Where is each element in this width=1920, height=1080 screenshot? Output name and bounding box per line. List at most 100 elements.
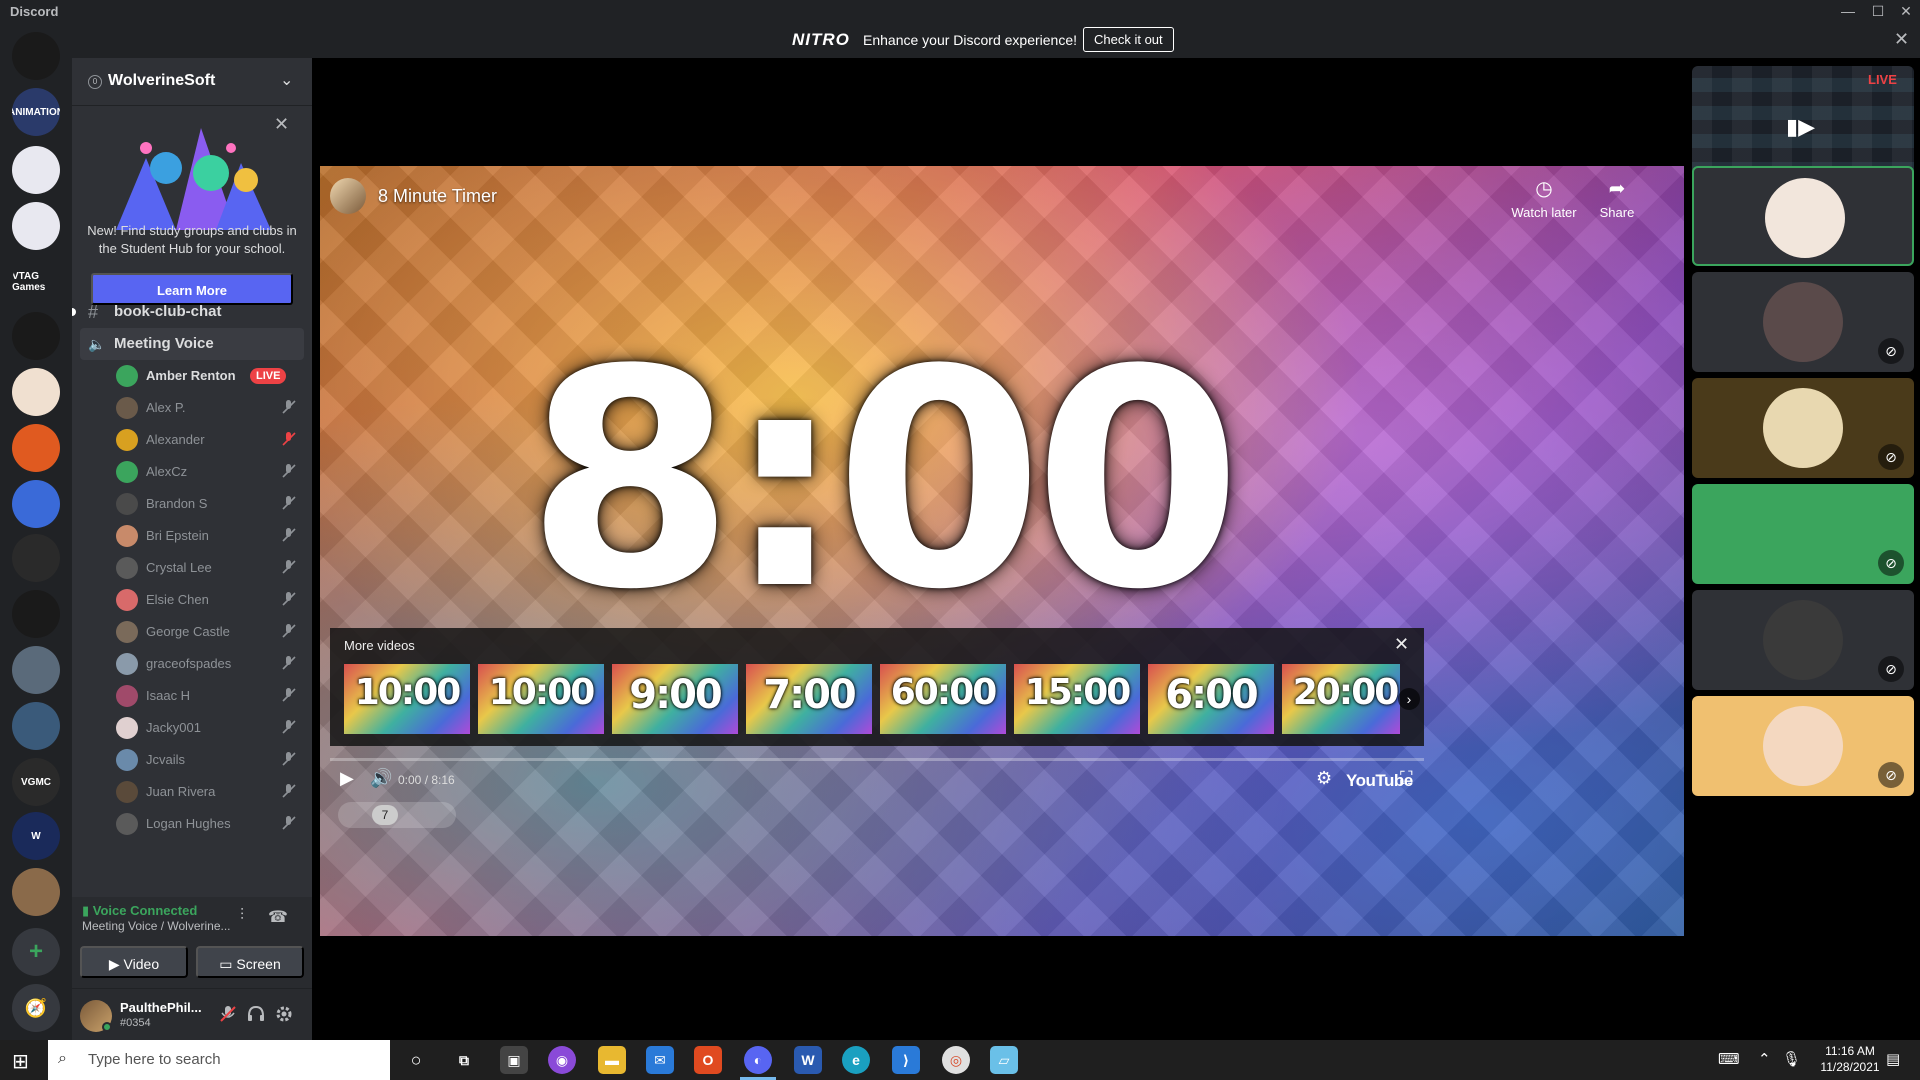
participant-tile[interactable]: ⊘ — [1692, 378, 1914, 478]
server-icon[interactable] — [12, 590, 60, 638]
edge-icon[interactable]: e — [842, 1046, 870, 1074]
participant-tile[interactable]: ⊘ — [1692, 484, 1914, 584]
close-window-button[interactable]: ✕ — [1892, 0, 1920, 22]
channel-book-club-chat[interactable]: # book-club-chat — [72, 296, 304, 328]
play-icon[interactable]: ▶ — [340, 768, 354, 789]
voice-user[interactable]: Jacky001 — [112, 712, 304, 744]
fullscreen-icon[interactable]: ⛶ — [1400, 768, 1413, 789]
server-icon[interactable] — [12, 480, 60, 528]
keyboard-icon[interactable]: ⌨ — [1718, 1050, 1740, 1068]
channel-avatar[interactable] — [330, 178, 366, 214]
taskbar-search[interactable]: ⌕ Type here to search — [48, 1040, 390, 1080]
video-thumbnail[interactable]: 60:00 — [880, 664, 1006, 734]
mail-icon[interactable]: ✉ — [646, 1046, 674, 1074]
microphone-muted-icon: ⊘ — [1878, 762, 1904, 788]
server-icon[interactable]: ANIMATION — [12, 88, 60, 136]
voice-user[interactable]: Alex P. — [112, 392, 304, 424]
video-thumbnail[interactable]: 15:00 — [1014, 664, 1140, 734]
voice-user[interactable]: graceofspades — [112, 648, 304, 680]
file-explorer-icon[interactable]: ▬ — [598, 1046, 626, 1074]
server-icon[interactable] — [12, 424, 60, 472]
microphone-icon[interactable]: 🎙 — [1782, 1050, 1801, 1068]
close-icon[interactable]: ✕ — [274, 114, 289, 135]
discord-icon[interactable]: ◐ — [744, 1046, 772, 1074]
headphones-icon[interactable] — [246, 1004, 266, 1024]
screen-share-button[interactable]: ▭ Screen — [196, 946, 304, 978]
guild-header[interactable]: 0 WolverineSoft ⌄ — [72, 58, 312, 106]
office-icon[interactable]: O — [694, 1046, 722, 1074]
chrome-icon[interactable]: ◎ — [942, 1046, 970, 1074]
server-icon[interactable]: W — [12, 812, 60, 860]
page-indicator[interactable]: 7 — [338, 802, 456, 828]
video-thumbnail[interactable]: 10:00 — [344, 664, 470, 734]
nitro-close-icon[interactable]: ✕ — [1894, 29, 1909, 50]
disconnect-icon[interactable]: ☎ — [268, 907, 288, 927]
participant-tile[interactable]: ⊘ — [1692, 590, 1914, 690]
voice-user[interactable]: Bri Epstein — [112, 520, 304, 552]
voice-user[interactable]: Alexander — [112, 424, 304, 456]
avatar — [116, 653, 138, 675]
microphone-muted-icon[interactable] — [218, 1004, 238, 1024]
voice-user[interactable]: AlexCz — [112, 456, 304, 488]
video-thumbnail[interactable]: 6:00 — [1148, 664, 1274, 734]
task-view-icon[interactable]: ⧉ — [450, 1046, 478, 1074]
vscode-icon[interactable]: ⟩ — [892, 1046, 920, 1074]
server-icon[interactable] — [12, 32, 60, 80]
clock[interactable]: 11:16 AM 11/28/2021 — [1814, 1043, 1886, 1075]
gear-icon[interactable] — [274, 1004, 294, 1024]
video-thumbnail[interactable]: 7:00 — [746, 664, 872, 734]
maximize-button[interactable]: ☐ — [1864, 0, 1892, 22]
voice-user[interactable]: George Castle — [112, 616, 304, 648]
share-button[interactable]: ➦ Share — [1577, 176, 1657, 220]
server-icon[interactable] — [12, 534, 60, 582]
chevron-up-icon[interactable]: ⌃ — [1758, 1050, 1771, 1068]
channel-meeting-voice[interactable]: 🔈 Meeting Voice — [80, 328, 304, 360]
voice-user[interactable]: Logan Hughes — [112, 808, 304, 840]
server-icon[interactable] — [12, 368, 60, 416]
minimize-button[interactable]: — — [1834, 0, 1862, 22]
noise-suppression-icon[interactable]: ⫶ — [240, 907, 260, 927]
watch-later-button[interactable]: ◷ Watch later — [1504, 176, 1584, 220]
cortana-icon[interactable]: ○ — [402, 1046, 430, 1074]
app-icon[interactable]: ▱ — [990, 1046, 1018, 1074]
video-thumbnail[interactable]: 10:00 — [478, 664, 604, 734]
video-thumbnail[interactable]: 9:00 — [612, 664, 738, 734]
settings-icon[interactable]: ⚙ — [1316, 768, 1332, 789]
word-icon[interactable]: W — [794, 1046, 822, 1074]
volume-icon[interactable]: 🔊 — [370, 768, 392, 789]
server-icon[interactable] — [12, 146, 60, 194]
server-icon[interactable] — [12, 702, 60, 750]
voice-user[interactable]: Brandon S — [112, 488, 304, 520]
explore-icon[interactable]: 🧭 — [12, 984, 60, 1032]
video-button[interactable]: ▶ Video — [80, 946, 188, 978]
video-thumbnail[interactable]: 20:00 — [1282, 664, 1400, 734]
voice-location[interactable]: Meeting Voice / Wolverine... — [82, 919, 231, 933]
voice-user[interactable]: Juan Rivera — [112, 776, 304, 808]
participant-tile[interactable] — [1692, 166, 1914, 266]
server-icon[interactable] — [12, 202, 60, 250]
chevron-down-icon[interactable]: ⌄ — [280, 70, 293, 90]
voice-user[interactable]: Amber Renton LIVE — [112, 360, 304, 392]
close-icon[interactable]: ✕ — [1394, 634, 1409, 655]
server-icon[interactable] — [12, 312, 60, 360]
podcast-app-icon[interactable]: ◉ — [548, 1046, 576, 1074]
server-icon[interactable] — [12, 646, 60, 694]
participant-tile[interactable]: ⊘ — [1692, 272, 1914, 372]
notification-icon[interactable]: ▤ — [1886, 1050, 1900, 1068]
add-server-icon[interactable]: + — [12, 928, 60, 976]
nitro-check-it-out-button[interactable]: Check it out — [1083, 27, 1174, 52]
voice-user[interactable]: Isaac H — [112, 680, 304, 712]
voice-user[interactable]: Jcvails — [112, 744, 304, 776]
server-icon[interactable]: VTAG Games — [12, 258, 60, 306]
voice-user[interactable]: Elsie Chen — [112, 584, 304, 616]
participant-tile[interactable]: ⊘ — [1692, 696, 1914, 796]
store-icon[interactable]: ▣ — [500, 1046, 528, 1074]
voice-user[interactable]: Crystal Lee — [112, 552, 304, 584]
progress-bar[interactable] — [330, 758, 1424, 761]
server-icon[interactable] — [12, 868, 60, 916]
chevron-right-icon[interactable]: › — [1398, 688, 1420, 710]
youtube-player[interactable]: 8 Minute Timer ◷ Watch later ➦ Share 8:0… — [320, 166, 1684, 936]
windows-start-icon[interactable]: ⊞ — [12, 1049, 29, 1074]
video-title[interactable]: 8 Minute Timer — [378, 186, 497, 207]
server-icon[interactable]: VGMC — [12, 758, 60, 806]
